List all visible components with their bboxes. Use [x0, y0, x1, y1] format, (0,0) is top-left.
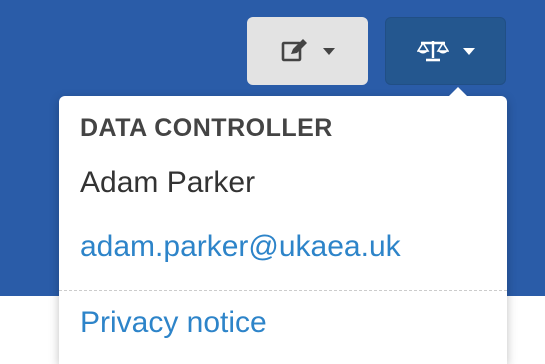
data-controller-dropdown: DATA CONTROLLER Adam Parker adam.parker@…: [59, 87, 507, 364]
dropdown-header: DATA CONTROLLER: [80, 114, 333, 142]
scales-icon: [416, 38, 449, 64]
controller-name: Adam Parker: [80, 166, 256, 199]
edit-icon: [281, 38, 309, 64]
legal-dropdown-button[interactable]: [385, 17, 506, 85]
edit-dropdown-button[interactable]: [247, 17, 368, 85]
chevron-down-icon: [462, 47, 475, 55]
divider: [59, 290, 507, 291]
chevron-down-icon: [322, 47, 335, 55]
privacy-notice-link[interactable]: Privacy notice: [80, 306, 267, 340]
controller-email-link[interactable]: adam.parker@ukaea.uk: [80, 230, 401, 264]
